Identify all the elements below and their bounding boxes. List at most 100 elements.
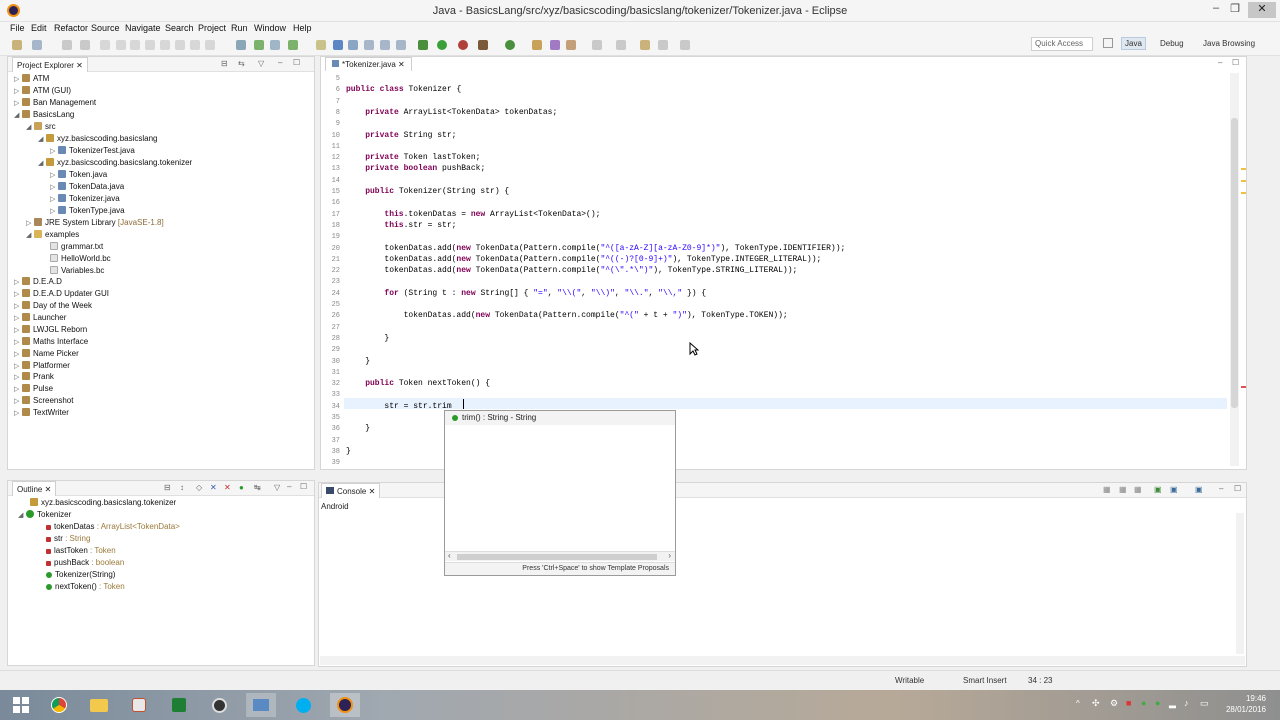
expand-icon[interactable]: ▷ [14,326,22,334]
media-player-icon[interactable] [124,693,154,717]
new-java-project-icon[interactable] [288,40,298,50]
tree-item[interactable]: ▷ Day of the Week [14,301,92,310]
display-console-icon[interactable]: ▣ [1170,485,1178,494]
menu-search[interactable]: Search [165,23,194,33]
vertical-scrollbar[interactable] [1230,73,1239,466]
toggle-mark-icon[interactable] [333,40,343,50]
collapse-all-icon[interactable]: ⊟ [221,59,228,68]
warning-marker[interactable] [1241,180,1246,182]
expand-icon[interactable]: ▷ [14,397,22,405]
code-line[interactable]: } [346,447,351,456]
pin-console-icon[interactable]: ▣ [1154,485,1162,494]
maximize-view-icon[interactable]: ☐ [1234,484,1241,493]
outline-item[interactable]: xyz.basicscoding.basicslang.tokenizer [30,498,176,507]
menu-project[interactable]: Project [198,23,226,33]
resume-icon[interactable] [116,40,126,50]
tray-sync-icon[interactable]: ● [1155,698,1160,708]
warning-marker[interactable] [1241,168,1246,170]
expand-icon[interactable]: ▷ [14,278,22,286]
link-editor-icon[interactable]: ↹ [254,483,261,492]
restore-button[interactable]: ❐ [1226,2,1244,15]
minimize-view-icon[interactable]: – [278,58,282,67]
warning-marker[interactable] [1241,192,1246,194]
tree-item[interactable]: Variables.bc [50,266,104,275]
open-type-icon[interactable] [270,40,280,50]
close-icon[interactable]: ✕ [76,61,83,70]
expand-icon[interactable]: ▷ [14,99,22,107]
outline-item[interactable]: pushBack : boolean [46,558,124,567]
tree-item[interactable]: ▷ Name Picker [14,349,79,358]
step-over-icon[interactable] [190,40,200,50]
word-wrap-icon[interactable]: ▦ [1134,485,1142,494]
gear-icon[interactable]: ⚙ [1110,698,1118,709]
outline-item[interactable]: nextToken() : Token [46,582,125,591]
perspective-java-browsing[interactable]: Java Browsing [1203,39,1255,48]
hide-nonpublic-icon[interactable]: ✕ [224,483,231,492]
tree-item[interactable]: ▷ TokenData.java [50,182,124,191]
project-explorer-tab[interactable]: Project Explorer ✕ [12,57,88,72]
minimize-button[interactable]: – [1207,2,1225,14]
code-line[interactable]: this.tokenDatas = new ArrayList<TokenDat… [346,210,600,219]
expand-icon[interactable]: ▷ [14,290,22,298]
network-icon[interactable]: ▂ [1169,698,1176,709]
show-hidden-icons[interactable]: ^ [1076,699,1080,708]
search-icon[interactable] [566,40,576,50]
tree-item[interactable]: ▷ Pulse [14,384,53,393]
menu-source[interactable]: Source [91,23,120,33]
scrollbar-thumb[interactable] [457,554,657,560]
code-line[interactable]: tokenDatas.add(new TokenData(Pattern.com… [346,244,845,253]
code-line[interactable]: private Token lastToken; [346,153,480,162]
outline-item[interactable]: str : String [46,534,90,543]
menu-run[interactable]: Run [231,23,248,33]
tree-item[interactable]: ▷ Maths Interface [14,337,88,346]
eclipse-taskbar-icon[interactable] [330,693,360,717]
next-annotation-icon[interactable] [592,40,602,50]
suspend-icon[interactable] [130,40,140,50]
outline-item[interactable]: ◢ Tokenizer [18,510,71,519]
close-button[interactable]: ✕ [1248,2,1276,18]
scroll-left-icon[interactable]: ‹ [448,551,451,560]
code-line[interactable]: this.str = str; [346,221,456,230]
new-package-icon[interactable] [316,40,326,50]
perspective-java[interactable]: Java [1121,37,1146,50]
link-editor-icon[interactable]: ⇆ [238,59,245,68]
tree-item[interactable]: ▷ Screenshot [14,396,73,405]
tree-item[interactable]: ▷ TokenType.java [50,206,125,215]
android-sdk-icon[interactable] [236,40,246,50]
show-whitespace-icon[interactable] [364,40,374,50]
scroll-lock-icon[interactable]: ▦ [1119,485,1127,494]
outline-tab[interactable]: Outline ✕ [12,481,57,496]
open-perspective-icon[interactable] [1103,38,1113,48]
editor-tab[interactable]: *Tokenizer.java ✕ [325,57,412,71]
maximize-editor-icon[interactable]: ☐ [1232,58,1239,67]
debug-icon[interactable] [418,40,428,50]
tree-item[interactable]: HelloWorld.bc [50,254,111,263]
expand-icon[interactable]: ▷ [14,409,22,417]
code-line[interactable]: public Tokenizer(String str) { [346,187,509,196]
tree-item[interactable]: grammar.txt [50,242,103,251]
toggle-block-icon[interactable] [348,40,358,50]
chrome-icon[interactable] [44,693,74,717]
volume-icon[interactable]: ♪ [1184,698,1189,708]
hide-fields-icon[interactable]: ◇ [196,483,202,492]
expand-icon[interactable]: ▷ [50,171,58,179]
skip-icon[interactable] [100,40,110,50]
minimize-editor-icon[interactable]: – [1218,58,1222,67]
prev-annotation-icon[interactable] [616,40,626,50]
scroll-right-icon[interactable]: › [668,551,671,560]
collapse-icon[interactable]: ◢ [38,135,46,143]
tree-item[interactable]: ▷ ATM (GUI) [14,86,71,95]
horizontal-scrollbar[interactable] [320,656,1245,665]
perspective-debug[interactable]: Debug [1160,39,1184,48]
tree-item[interactable]: ▷ JRE System Library [JavaSE-1.8] [26,218,164,227]
android-avd-icon[interactable] [254,40,264,50]
tree-item[interactable]: ▷ TokenizerTest.java [50,146,135,155]
tree-item[interactable]: ▷ Token.java [50,170,107,179]
expand-icon[interactable]: ▷ [50,195,58,203]
menu-edit[interactable]: Edit [31,23,47,33]
menu-navigate[interactable]: Navigate [125,23,161,33]
open-task-icon[interactable] [550,40,560,50]
terminate-icon[interactable] [145,40,155,50]
menu-help[interactable]: Help [293,23,312,33]
excel-icon[interactable] [164,693,194,717]
